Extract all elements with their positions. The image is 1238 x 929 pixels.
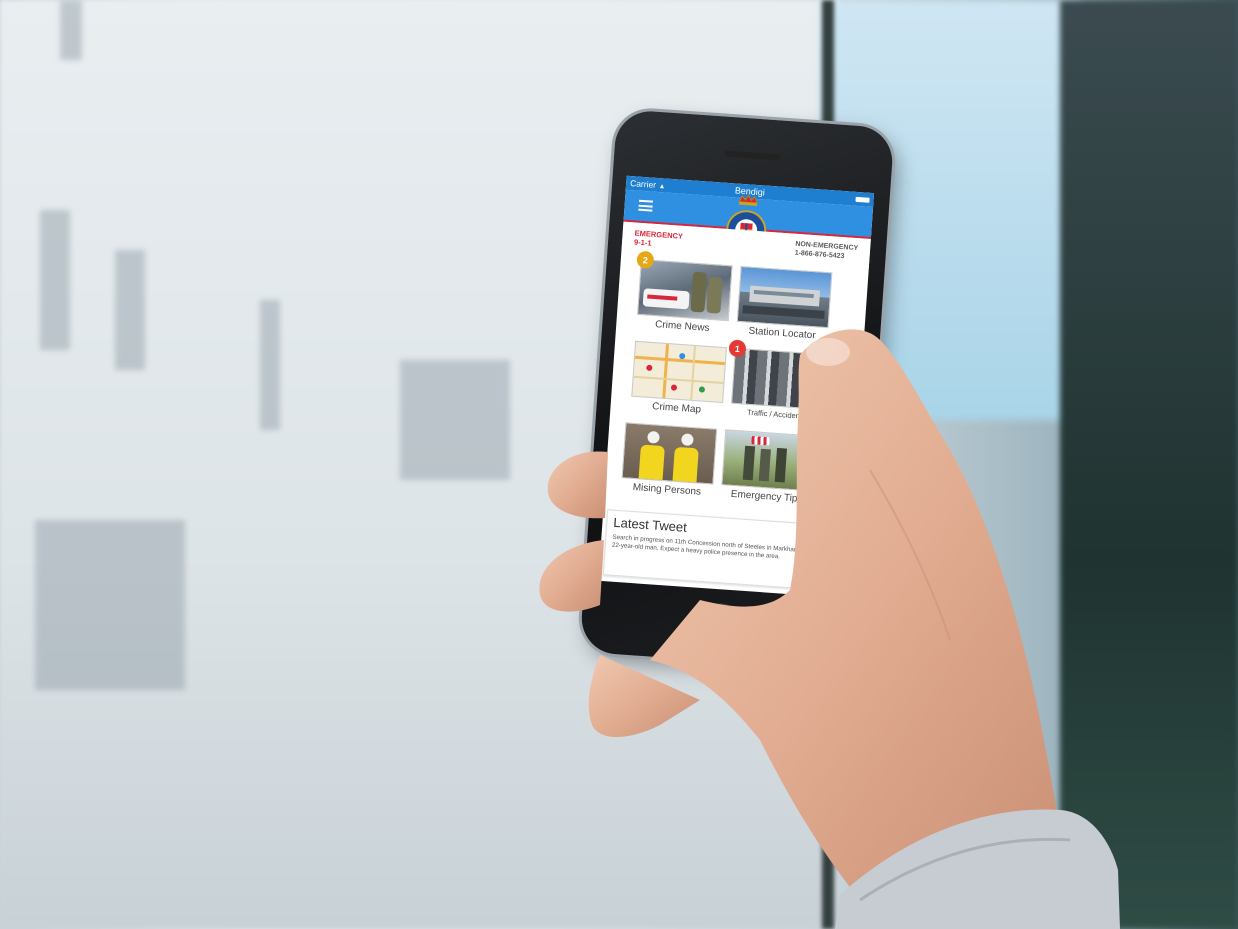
tile-station-locator[interactable]: Station Locator xyxy=(734,265,835,343)
background-window xyxy=(40,210,70,350)
station-locator-image xyxy=(736,265,833,329)
emergency-contact[interactable]: EMERGENCY 9-1-1 xyxy=(634,228,683,249)
tile-crime-news[interactable]: 2 Crime News xyxy=(634,250,735,336)
phone-screen: Carrier ▴ Bendigi EMERGENCY 9-1-1 NON-EM… xyxy=(598,175,875,599)
latest-tweet-card[interactable]: Latest Tweet ✦ Search in progress on 11t… xyxy=(602,509,845,592)
background-window xyxy=(400,360,510,480)
background-dark-building xyxy=(1060,0,1238,929)
emergency-tips-image xyxy=(721,429,818,492)
home-button[interactable] xyxy=(697,601,745,649)
tile-missing-persons[interactable]: Mising Persons xyxy=(619,422,720,499)
background-window xyxy=(115,250,145,370)
background-window xyxy=(35,520,185,690)
crime-map-image xyxy=(631,340,727,404)
tile-emergency-tips[interactable]: Emergency Tips xyxy=(718,429,819,506)
traffic-image xyxy=(731,347,827,411)
tile-crime-map[interactable]: Crime Map xyxy=(628,340,729,418)
background-window xyxy=(260,300,280,430)
tile-traffic-accidents[interactable]: 1 Traffic / Accidents xyxy=(728,339,829,423)
phone-speaker xyxy=(724,150,781,161)
crime-news-image xyxy=(636,258,733,322)
hamburger-menu-icon[interactable] xyxy=(638,199,654,212)
background-window xyxy=(60,0,82,60)
non-emergency-contact[interactable]: NON-EMERGENCY 1-866-876-5423 xyxy=(794,240,858,262)
phone-device: Carrier ▴ Bendigi EMERGENCY 9-1-1 NON-EM… xyxy=(579,108,895,672)
missing-persons-image xyxy=(621,422,718,485)
